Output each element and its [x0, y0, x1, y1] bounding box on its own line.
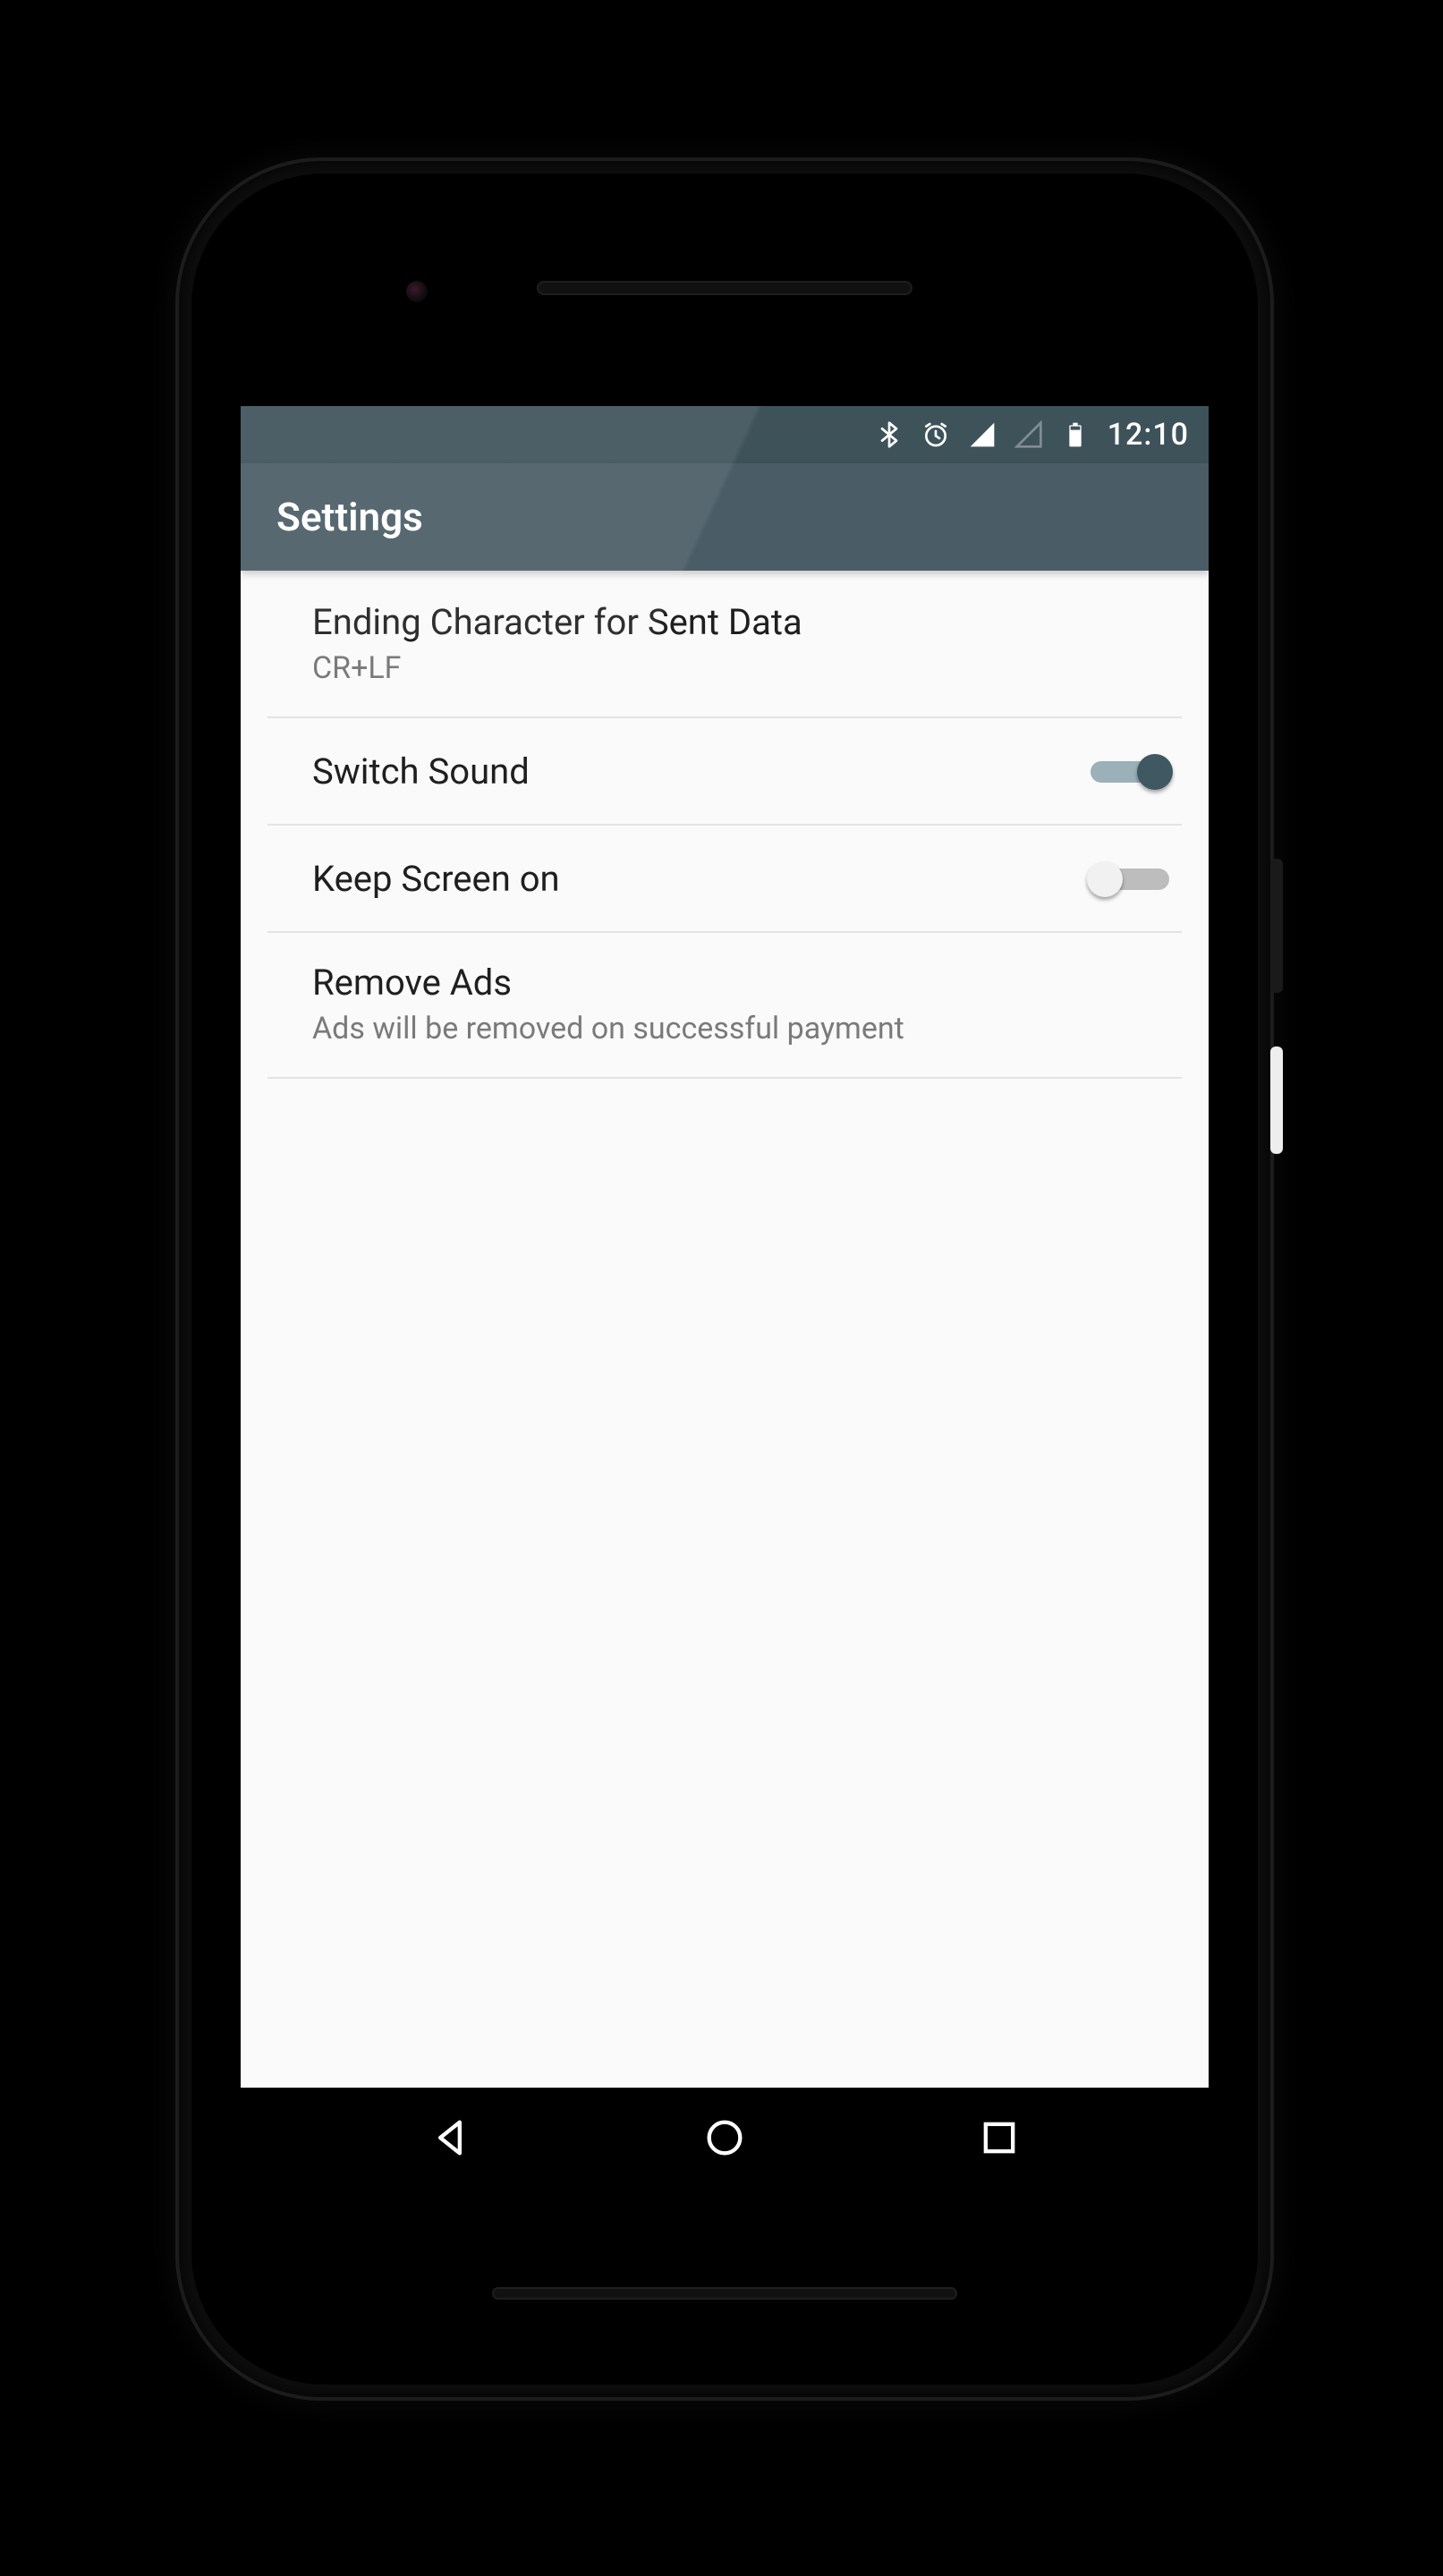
navigation-bar [241, 2088, 1209, 2188]
setting-keep-screen-on[interactable]: Keep Screen on [241, 824, 1209, 931]
phone-frame: 12:10 Settings Ending Character for Sent… [179, 161, 1270, 2397]
stage: 12:10 Settings Ending Character for Sent… [0, 0, 1443, 2576]
bluetooth-icon [875, 420, 904, 449]
settings-list: Ending Character for Sent Data CR+LF Swi… [241, 571, 1209, 1079]
screen: 12:10 Settings Ending Character for Sent… [241, 406, 1209, 2188]
alarm-icon [921, 420, 950, 449]
signal-empty-icon [1014, 420, 1043, 449]
setting-ending-character[interactable]: Ending Character for Sent Data CR+LF [241, 571, 1209, 716]
divider [241, 1077, 1209, 1079]
app-bar: Settings [241, 463, 1209, 571]
setting-remove-ads[interactable]: Remove Ads Ads will be removed on succes… [241, 931, 1209, 1077]
volume-button[interactable] [1270, 1046, 1283, 1154]
signal-full-icon [968, 420, 997, 449]
page-title: Settings [276, 494, 423, 540]
nav-recent-button[interactable] [972, 2111, 1026, 2165]
phone-bezel: 12:10 Settings Ending Character for Sent… [191, 174, 1258, 2385]
switch-sound-toggle[interactable] [1087, 747, 1173, 797]
setting-subtitle: Ads will be removed on successful paymen… [312, 1009, 1173, 1050]
nav-home-button[interactable] [698, 2111, 751, 2165]
status-bar: 12:10 [241, 406, 1209, 463]
bottom-speaker-icon [492, 2287, 957, 2300]
battery-icon [1061, 420, 1090, 449]
setting-title: Remove Ads [312, 962, 1173, 1004]
setting-title: Keep Screen on [312, 858, 1087, 900]
front-camera-icon [406, 281, 428, 302]
setting-switch-sound[interactable]: Switch Sound [241, 716, 1209, 824]
nav-back-button[interactable] [423, 2111, 477, 2165]
setting-value: CR+LF [312, 648, 1173, 690]
keep-screen-toggle[interactable] [1087, 854, 1173, 904]
power-button[interactable] [1270, 859, 1283, 993]
setting-title: Ending Character for Sent Data [312, 601, 1173, 643]
status-clock: 12:10 [1108, 417, 1189, 453]
earpiece-icon [537, 281, 912, 295]
setting-title: Switch Sound [312, 750, 1087, 792]
